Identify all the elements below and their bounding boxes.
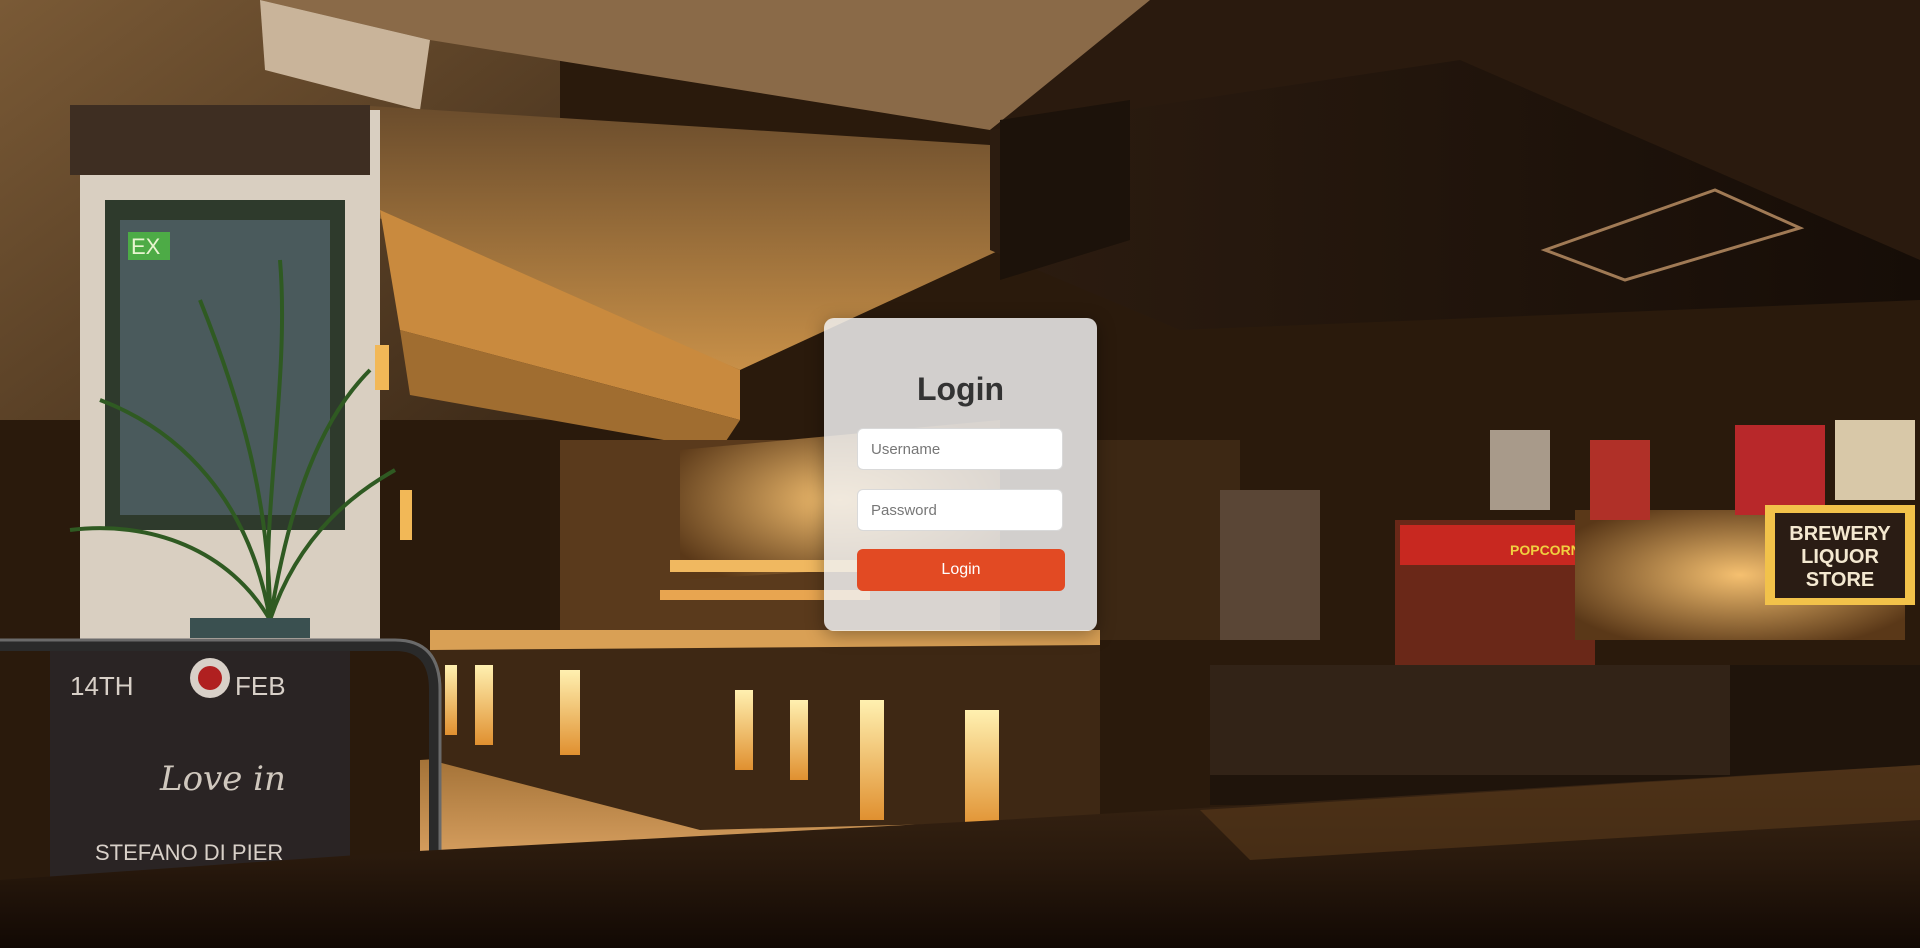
login-card: Login Login: [824, 318, 1097, 631]
store-sign-line1: BREWERY: [1789, 523, 1891, 545]
chalkboard-line3: Love in: [159, 759, 286, 799]
chalkboard-line2: FEB: [235, 671, 286, 701]
bar-light: [860, 700, 884, 820]
bar-light: [790, 700, 808, 780]
chalkboard-line4: STEFANO DI PIER: [95, 840, 283, 865]
bar-light: [475, 665, 493, 745]
store-sign-line2: LIQUOR: [1801, 546, 1879, 568]
login-title: Login: [916, 371, 1005, 407]
username-input[interactable]: [857, 428, 1063, 470]
login-page: EX POPCORN BREWERY LIQUOR STORE 14TH FEB…: [0, 0, 1920, 948]
bar-light: [735, 690, 753, 770]
popcorn-sign-text: POPCORN: [1510, 542, 1581, 558]
bar-light: [965, 710, 999, 830]
bar-light: [445, 665, 457, 735]
login-button[interactable]: Login: [857, 549, 1065, 591]
password-input[interactable]: [857, 489, 1063, 531]
exit-sign-text: EX: [131, 234, 161, 259]
store-sign-line3: STORE: [1806, 569, 1875, 591]
bar-light: [560, 670, 580, 755]
chalkboard-line1: 14TH: [70, 671, 134, 701]
